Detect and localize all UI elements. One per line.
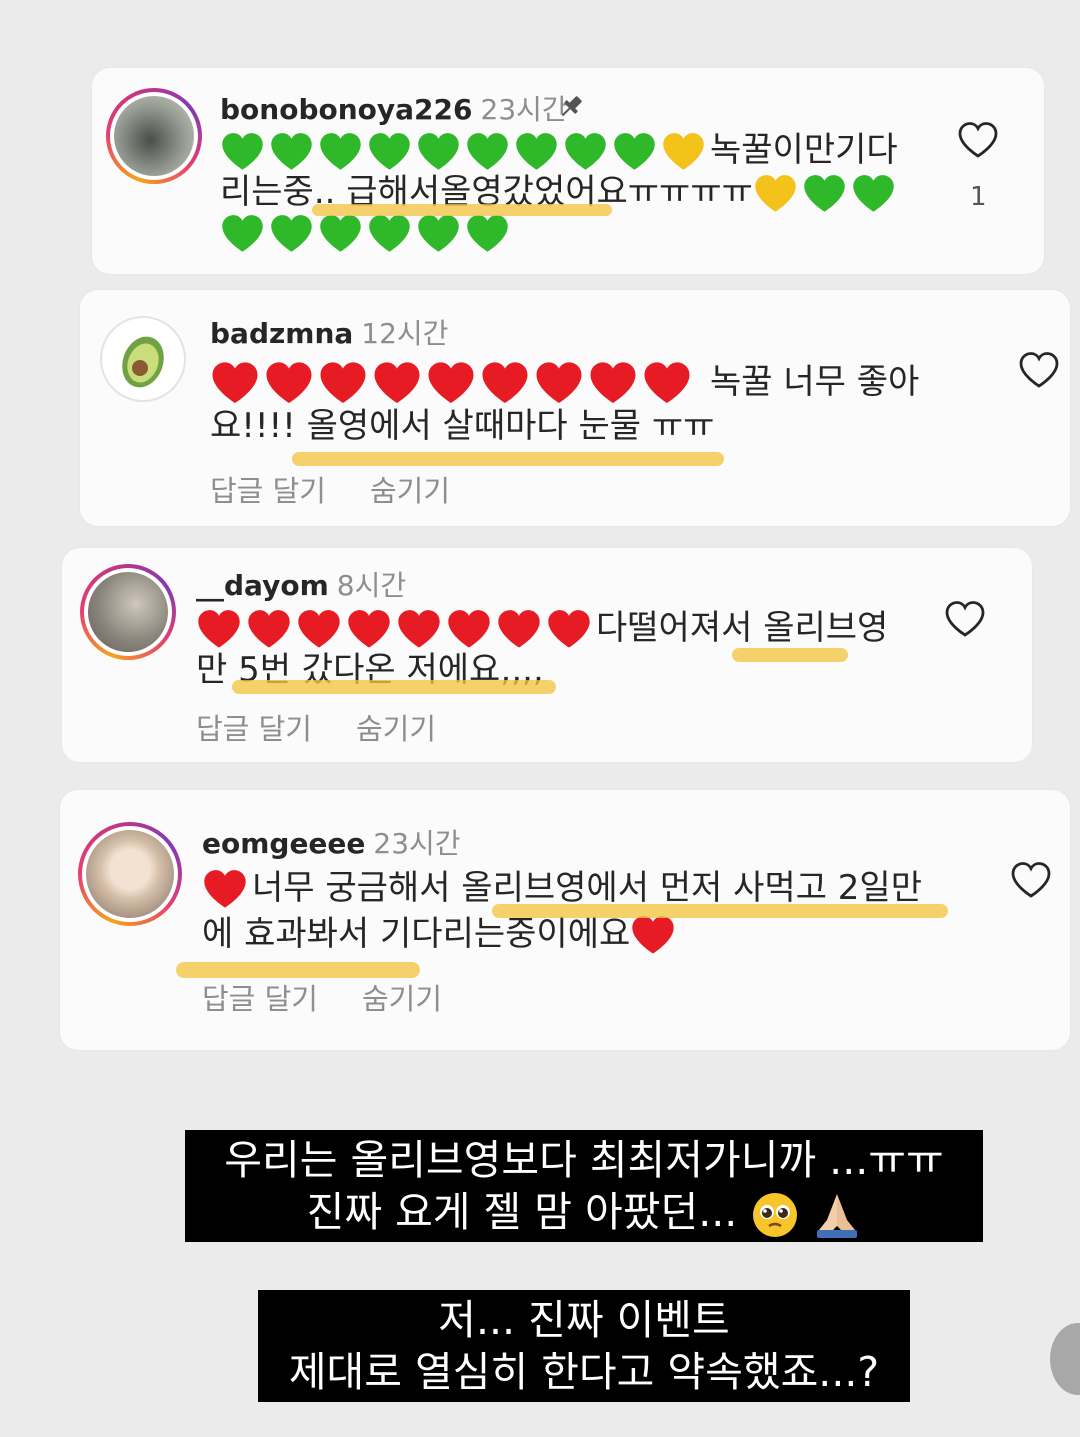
comment-text-line: 녹꿀 너무 좋아	[210, 360, 919, 406]
story-caption: 우리는 올리브영보다 최최저가니까 ...ㅠㅠ 진짜 요게 젤 맘 아팠던...	[185, 1130, 983, 1242]
heart-emoji	[264, 360, 314, 406]
heart-emoji	[661, 131, 706, 172]
heart-emoji	[416, 213, 461, 254]
comment-username[interactable]: badzmna 12시간	[210, 312, 448, 352]
highlight-mark	[732, 648, 848, 662]
comment-text-line: 다떨어져서 올리브영	[196, 608, 888, 651]
heart-emoji	[546, 608, 592, 650]
mixed-heart-emoji	[753, 172, 900, 212]
heart-emoji	[296, 608, 342, 650]
comment-actions: 답글 달기 숨기기	[196, 706, 480, 748]
reply-button[interactable]: 답글 달기	[210, 474, 326, 508]
heart-emoji	[220, 131, 265, 172]
folded-hands-emoji	[817, 1194, 858, 1238]
heart-emoji	[642, 360, 692, 406]
heart-emoji	[246, 608, 292, 650]
heart-emoji	[416, 131, 461, 172]
reply-button[interactable]: 답글 달기	[196, 712, 312, 746]
avatar[interactable]	[78, 822, 182, 926]
like-heart-icon[interactable]	[1011, 862, 1051, 898]
heart-emoji	[630, 914, 676, 956]
hide-button[interactable]: 숨기기	[370, 474, 450, 508]
heart-emoji	[396, 608, 442, 650]
comment-time: 8시간	[336, 569, 407, 602]
heart-emoji	[202, 868, 248, 910]
heart-emoji	[753, 173, 798, 214]
hide-button[interactable]: 숨기기	[362, 982, 442, 1016]
highlight-mark	[492, 904, 948, 918]
heart-emoji	[196, 608, 242, 650]
avatar[interactable]	[100, 316, 186, 402]
heart-emoji	[612, 131, 657, 172]
avatar[interactable]	[106, 88, 202, 184]
comment-actions: 답글 달기 숨기기	[210, 468, 494, 510]
red-heart-emoji	[202, 868, 252, 908]
heart-emoji	[588, 360, 638, 406]
like-heart-icon[interactable]	[1019, 352, 1059, 388]
red-heart-emoji	[196, 608, 596, 648]
heart-emoji	[210, 360, 260, 406]
highlight-mark	[312, 204, 612, 216]
caption-line: 진짜 요게 젤 맘 아팠던...	[185, 1186, 983, 1240]
comment-time: 23시간	[373, 827, 461, 860]
heart-emoji	[465, 131, 510, 172]
green-heart-emoji	[220, 130, 710, 170]
heart-emoji	[372, 360, 422, 406]
heart-emoji	[496, 608, 542, 650]
heart-emoji	[563, 131, 608, 172]
red-heart-emoji	[630, 914, 680, 954]
heart-emoji	[534, 360, 584, 406]
heart-emoji	[367, 131, 412, 172]
heart-emoji	[220, 213, 265, 254]
comment-time: 23시간	[480, 93, 568, 126]
heart-emoji	[318, 131, 363, 172]
highlight-mark	[292, 452, 724, 466]
comment-text-line: 녹꿀이만기다	[220, 130, 898, 172]
caption-line: 저... 진짜 이벤트	[438, 1296, 730, 1344]
heart-emoji	[465, 213, 510, 254]
comment-actions: 답글 달기 숨기기	[202, 976, 486, 1018]
heart-emoji	[269, 131, 314, 172]
caption-line: 제대로 열심히 한다고 약속했죠...?	[288, 1348, 880, 1396]
heart-emoji	[802, 173, 847, 214]
pleading-face-emoji	[753, 1193, 798, 1237]
avatar[interactable]	[80, 564, 176, 660]
like-count: 1	[970, 182, 987, 212]
comment-time: 12시간	[361, 317, 449, 350]
reply-button[interactable]: 답글 달기	[202, 982, 318, 1016]
pin-icon	[561, 96, 582, 117]
heart-emoji	[269, 213, 314, 254]
heart-emoji	[367, 213, 412, 254]
story-caption: 저... 진짜 이벤트 제대로 열심히 한다고 약속했죠...?	[258, 1290, 910, 1402]
heart-emoji	[318, 360, 368, 406]
avocado-icon	[122, 336, 164, 388]
comment-text-line: 요!!!! 올영에서 살때마다 눈물 ㅠㅠ	[210, 406, 715, 446]
heart-emoji	[426, 360, 476, 406]
heart-emoji	[851, 173, 896, 214]
like-heart-icon[interactable]	[958, 122, 998, 158]
heart-emoji	[318, 213, 363, 254]
highlight-mark	[232, 680, 556, 694]
heart-emoji	[514, 131, 559, 172]
comment-text-line: 에 효과봐서 기다리는중이에요	[202, 914, 680, 957]
comment-username[interactable]: eomgeeee 23시간	[202, 822, 461, 862]
comment-username[interactable]: bonobonoya226 23시간	[220, 88, 568, 128]
scroll-handle[interactable]	[1050, 1323, 1080, 1395]
red-heart-emoji	[210, 362, 696, 402]
heart-emoji	[346, 608, 392, 650]
like-heart-icon[interactable]	[945, 601, 985, 637]
heart-emoji	[446, 608, 492, 650]
caption-line: 우리는 올리브영보다 최최저가니까 ...ㅠㅠ	[224, 1136, 944, 1184]
green-heart-emoji	[220, 212, 514, 252]
comment-username[interactable]: __dayom 8시간	[196, 564, 406, 604]
heart-emoji	[480, 360, 530, 406]
hide-button[interactable]: 숨기기	[356, 712, 436, 746]
comment-text-line	[220, 212, 514, 254]
